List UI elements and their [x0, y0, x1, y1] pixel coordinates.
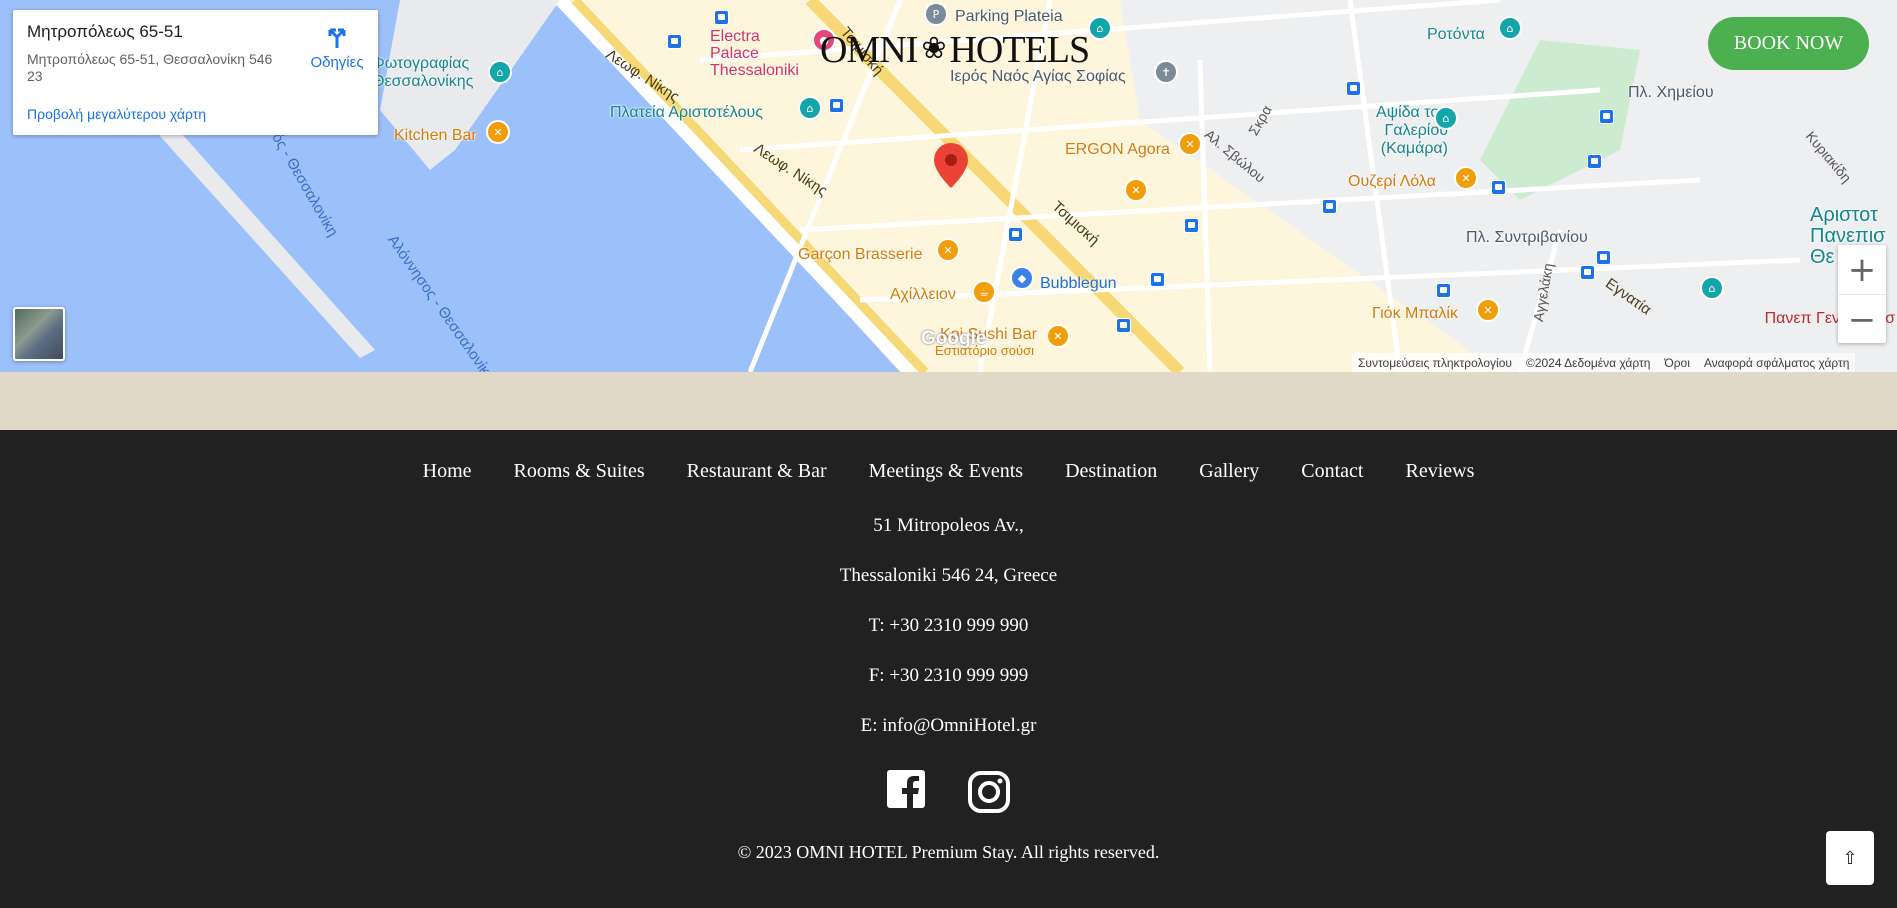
report-error-link[interactable]: Αναφορά σφάλματος χάρτη [1704, 356, 1850, 370]
nav-rooms-suites[interactable]: Rooms & Suites [514, 460, 645, 483]
google-logo: Google [921, 328, 987, 349]
bus-stop-icon [714, 10, 729, 25]
bus-stop-icon [1596, 250, 1611, 265]
directions-label: Οδηγίες [310, 54, 364, 71]
bus-stop-icon [1346, 81, 1361, 96]
fax-number: F: +30 2310 999 999 [868, 665, 1029, 686]
nav-meetings-events[interactable]: Meetings & Events [869, 460, 1023, 483]
giok-label: Γιόκ Μπαλίκ [1372, 305, 1458, 322]
copyright-text: © 2023 OMNI HOTEL Premium Stay. All righ… [737, 842, 1160, 862]
restaurant-icon: ✕ [1178, 132, 1202, 156]
site-footer: Home Rooms & Suites Restaurant & Bar Mee… [0, 430, 1897, 908]
address-line-2: Thessaloniki 546 24, Greece [839, 565, 1058, 586]
landmark-icon: ⌂ [1498, 16, 1522, 40]
plateia-aristotelous-label: Πλατεία Αριστοτέλους [610, 104, 763, 121]
nav-reviews[interactable]: Reviews [1405, 460, 1474, 483]
phone-number: T: +30 2310 999 990 [868, 615, 1029, 636]
restaurant-icon: ✕ [1124, 178, 1148, 202]
map-data-label: ©2024 Δεδομένα χάρτη [1525, 355, 1651, 370]
restaurant-icon: ✕ [936, 238, 960, 262]
bus-stop-icon [829, 98, 844, 113]
place-address: Μητροπόλεως 65-51, Θεσσαλονίκη 546 23 [27, 51, 273, 84]
nav-gallery[interactable]: Gallery [1199, 460, 1259, 483]
terms-link[interactable]: Όροι [1664, 356, 1689, 370]
nav-destination[interactable]: Destination [1065, 460, 1157, 483]
church-icon: ✝ [1154, 60, 1178, 84]
logo-text-right: HOTELS [949, 29, 1090, 71]
museum-icon: ⌂ [488, 60, 512, 84]
place-title: Μητροπόλεως 65-51 [27, 22, 183, 41]
garcon-label: Garçon Brasserie [798, 246, 923, 263]
bus-stop-icon [1580, 265, 1595, 280]
bus-stop-icon [1116, 318, 1131, 333]
omni-hotels-logo: OMNI ❀ HOTELS [820, 28, 1090, 72]
achilleion-label: Αχίλλειον [890, 286, 956, 303]
bus-stop-icon [1436, 283, 1451, 298]
address-line-1: 51 Mitropoleos Av., [873, 515, 1024, 536]
landmark-icon: ⌂ [1700, 276, 1724, 300]
bus-stop-icon [1184, 218, 1199, 233]
cafe-icon: ☕ [972, 280, 996, 304]
pl-chimeiou-label: Πλ. Χημείου [1628, 84, 1714, 101]
landmark-icon: ⌂ [798, 96, 822, 120]
electra-label: Electra Palace Thessaloniki [710, 28, 799, 79]
footer-nav: Home Rooms & Suites Restaurant & Bar Mee… [0, 460, 1897, 483]
bubblegun-label: Bubblegun [1040, 275, 1117, 292]
bus-stop-icon [1150, 272, 1165, 287]
kamara-label: Αψίδα του Γαλερίου (Καμάρα) [1376, 104, 1448, 157]
satellite-toggle-button[interactable] [13, 307, 65, 361]
restaurant-icon: ✕ [486, 120, 510, 144]
nav-home[interactable]: Home [423, 460, 472, 483]
book-now-button[interactable]: BOOK NOW [1708, 17, 1869, 70]
arrow-up-icon: ⇧ [1842, 847, 1858, 869]
landmark-icon: ⌂ [1434, 106, 1458, 130]
restaurant-icon: ✕ [1476, 298, 1500, 322]
place-info-card: Μητροπόλεως 65-51 Μητροπόλεως 65-51, Θεσ… [13, 10, 378, 135]
zoom-in-button[interactable]: + [1838, 245, 1886, 294]
ergon-label: ERGON Agora [1065, 141, 1170, 158]
lotus-icon: ❀ [921, 32, 946, 65]
map-attribution: Συντομεύσεις πληκτρολογίου ©2024 Δεδομέν… [1352, 353, 1856, 372]
directions-button[interactable]: Οδηγίες [297, 24, 377, 71]
restaurant-icon: ✕ [1046, 324, 1070, 348]
zoom-controls: + − [1838, 245, 1886, 343]
bus-stop-icon [1008, 227, 1023, 242]
email-address[interactable]: E: info@OmniHotel.gr [0, 715, 1897, 737]
instagram-icon[interactable] [967, 770, 1011, 814]
landmark-icon: ⌂ [1088, 16, 1112, 40]
photo-museum-label: Φωτογραφίας Θεσσαλονίκης [372, 55, 474, 90]
map-embed[interactable]: Parking Plateia P Electra Palace Thessal… [0, 0, 1897, 372]
nav-restaurant-bar[interactable]: Restaurant & Bar [687, 460, 827, 483]
logo-text-left: OMNI [820, 29, 918, 71]
nav-contact[interactable]: Contact [1301, 460, 1363, 483]
social-links [0, 770, 1897, 814]
scroll-to-top-button[interactable]: ⇧ [1826, 831, 1874, 885]
parking-icon: P [924, 2, 948, 26]
bus-stop-icon [1599, 109, 1614, 124]
bus-stop-icon [667, 34, 682, 49]
bus-stop-icon [1491, 180, 1506, 195]
ouzeri-label: Ουζερί Λόλα [1348, 173, 1436, 190]
bus-stop-icon [1587, 154, 1602, 169]
restaurant-icon: ✕ [1454, 166, 1478, 190]
zoom-out-button[interactable]: − [1838, 294, 1886, 344]
shopping-icon: ◆ [1010, 266, 1034, 290]
bus-stop-icon [1322, 199, 1337, 214]
larger-map-link[interactable]: Προβολή μεγαλύτερου χάρτη [27, 106, 206, 122]
parking-label: Parking Plateia [955, 8, 1063, 25]
facebook-icon[interactable] [886, 770, 925, 808]
keyboard-shortcuts-link[interactable]: Συντομεύσεις πληκτρολογίου [1358, 356, 1512, 370]
rotonta-label: Ροτόντα [1427, 26, 1485, 43]
divider-band [0, 372, 1897, 430]
directions-icon [328, 28, 346, 48]
kitchen-bar-label: Kitchen Bar [394, 127, 477, 144]
pl-syntrivaniou-label: Πλ. Συντριβανίου [1466, 229, 1588, 246]
